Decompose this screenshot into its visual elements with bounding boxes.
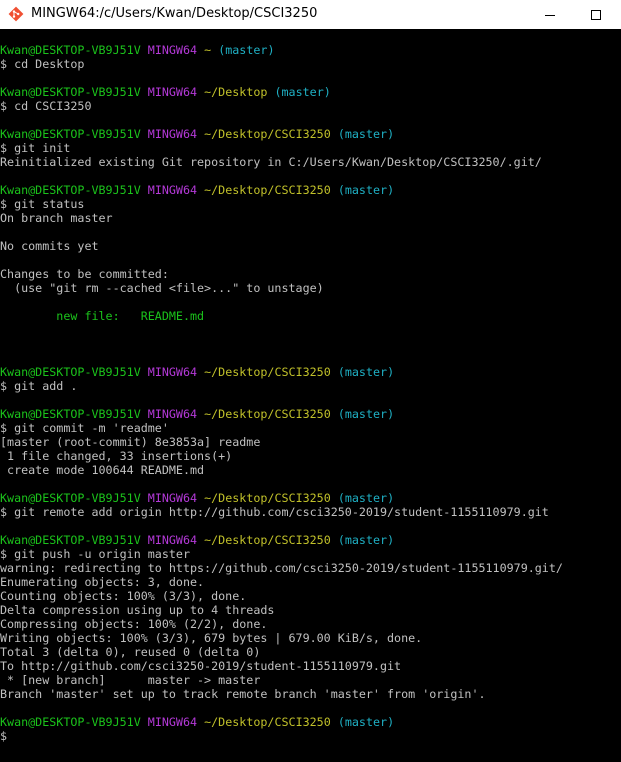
command-line: $ bbox=[0, 729, 8, 743]
prompt-path: ~/Desktop bbox=[204, 85, 268, 99]
prompt-branch: (master) bbox=[337, 127, 395, 141]
prompt-line: Kwan@DESKTOP-VB9J51V MINGW64 ~/Desktop/C… bbox=[0, 407, 621, 421]
prompt-system: MINGW64 bbox=[147, 715, 198, 729]
output-line: Enumerating objects: 3, done. bbox=[0, 575, 205, 589]
prompt-path: ~/Desktop/CSCI3250 bbox=[204, 533, 331, 547]
title-bar[interactable]: MINGW64:/c/Users/Kwan/Desktop/CSCI3250 bbox=[0, 0, 621, 29]
output-line: Branch 'master' set up to track remote b… bbox=[0, 687, 486, 701]
prompt-line: Kwan@DESKTOP-VB9J51V MINGW64 ~ (master) bbox=[0, 43, 621, 57]
prompt-branch: (master) bbox=[337, 407, 395, 421]
output-line: Writing objects: 100% (3/3), 679 bytes |… bbox=[0, 631, 423, 645]
output-line: Counting objects: 100% (3/3), done. bbox=[0, 589, 247, 603]
prompt-system: MINGW64 bbox=[147, 365, 198, 379]
prompt-user-host: Kwan@DESKTOP-VB9J51V bbox=[0, 365, 141, 379]
prompt-user-host: Kwan@DESKTOP-VB9J51V bbox=[0, 43, 141, 57]
prompt-user-host: Kwan@DESKTOP-VB9J51V bbox=[0, 85, 141, 99]
prompt-line: Kwan@DESKTOP-VB9J51V MINGW64 ~/Desktop (… bbox=[0, 85, 621, 99]
prompt-user-host: Kwan@DESKTOP-VB9J51V bbox=[0, 715, 141, 729]
prompt-line: Kwan@DESKTOP-VB9J51V MINGW64 ~/Desktop/C… bbox=[0, 533, 621, 547]
window-title: MINGW64:/c/Users/Kwan/Desktop/CSCI3250 bbox=[31, 6, 318, 21]
prompt-system: MINGW64 bbox=[147, 183, 198, 197]
output-line: [master (root-commit) 8e3853a] readme bbox=[0, 435, 261, 449]
output-line: To http://github.com/csci3250-2019/stude… bbox=[0, 659, 402, 673]
prompt-branch: (master) bbox=[337, 365, 395, 379]
command-line: $ git remote add origin http://github.co… bbox=[0, 505, 549, 519]
maximize-button[interactable] bbox=[573, 0, 619, 29]
prompt-line: Kwan@DESKTOP-VB9J51V MINGW64 ~/Desktop/C… bbox=[0, 365, 621, 379]
prompt-branch: (master) bbox=[218, 43, 275, 57]
output-line: warning: redirecting to https://github.c… bbox=[0, 561, 563, 575]
prompt-line: Kwan@DESKTOP-VB9J51V MINGW64 ~/Desktop/C… bbox=[0, 127, 621, 141]
prompt-system: MINGW64 bbox=[147, 43, 198, 57]
prompt-line: Kwan@DESKTOP-VB9J51V MINGW64 ~/Desktop/C… bbox=[0, 491, 621, 505]
prompt-user-host: Kwan@DESKTOP-VB9J51V bbox=[0, 491, 141, 505]
prompt-line: Kwan@DESKTOP-VB9J51V MINGW64 ~/Desktop/C… bbox=[0, 715, 621, 729]
output-line: create mode 100644 README.md bbox=[0, 463, 205, 477]
maximize-icon bbox=[591, 9, 601, 20]
prompt-branch: (master) bbox=[337, 491, 395, 505]
prompt-path: ~/Desktop/CSCI3250 bbox=[204, 491, 331, 505]
output-line: Delta compression using up to 4 threads bbox=[0, 603, 275, 617]
prompt-user-host: Kwan@DESKTOP-VB9J51V bbox=[0, 183, 141, 197]
prompt-user-host: Kwan@DESKTOP-VB9J51V bbox=[0, 127, 141, 141]
prompt-branch: (master) bbox=[337, 715, 395, 729]
output-line: On branch master bbox=[0, 211, 113, 225]
git-bash-icon bbox=[8, 6, 24, 22]
command-line: $ git push -u origin master bbox=[0, 547, 190, 561]
prompt-system: MINGW64 bbox=[147, 491, 198, 505]
prompt-path: ~/Desktop/CSCI3250 bbox=[204, 127, 331, 141]
command-line: $ git status bbox=[0, 197, 85, 211]
prompt-path: ~/Desktop/CSCI3250 bbox=[204, 183, 331, 197]
output-line: * [new branch] master -> master bbox=[0, 673, 261, 687]
prompt-system: MINGW64 bbox=[147, 127, 198, 141]
prompt-path: ~ bbox=[204, 43, 212, 57]
command-line: $ git commit -m 'readme' bbox=[0, 421, 169, 435]
command-line: $ cd CSCI3250 bbox=[0, 99, 92, 113]
prompt-user-host: Kwan@DESKTOP-VB9J51V bbox=[0, 533, 141, 547]
prompt-system: MINGW64 bbox=[147, 533, 198, 547]
output-line: Total 3 (delta 0), reused 0 (delta 0) bbox=[0, 645, 261, 659]
staged-file-line: new file: README.md bbox=[0, 309, 205, 323]
minimize-button[interactable] bbox=[527, 0, 573, 29]
terminal-output[interactable]: Kwan@DESKTOP-VB9J51V MINGW64 ~ (master) $… bbox=[0, 43, 621, 762]
prompt-branch: (master) bbox=[337, 183, 395, 197]
prompt-system: MINGW64 bbox=[147, 407, 198, 421]
prompt-path: ~/Desktop/CSCI3250 bbox=[204, 365, 331, 379]
prompt-path: ~/Desktop/CSCI3250 bbox=[204, 715, 331, 729]
minimize-icon bbox=[545, 14, 555, 16]
prompt-line: Kwan@DESKTOP-VB9J51V MINGW64 ~/Desktop/C… bbox=[0, 183, 621, 197]
prompt-branch: (master) bbox=[274, 85, 331, 99]
output-line: Reinitialized existing Git repository in… bbox=[0, 155, 542, 169]
prompt-path: ~/Desktop/CSCI3250 bbox=[204, 407, 331, 421]
output-line: Compressing objects: 100% (2/2), done. bbox=[0, 617, 268, 631]
prompt-branch: (master) bbox=[337, 533, 395, 547]
output-line: Changes to be committed: bbox=[0, 267, 169, 281]
output-line: 1 file changed, 33 insertions(+) bbox=[0, 449, 233, 463]
output-line: No commits yet bbox=[0, 239, 99, 253]
command-line: $ git add . bbox=[0, 379, 78, 393]
command-line: $ git init bbox=[0, 141, 71, 155]
output-line: (use "git rm --cached <file>..." to unst… bbox=[0, 281, 324, 295]
prompt-system: MINGW64 bbox=[147, 85, 198, 99]
terminal-window: MINGW64:/c/Users/Kwan/Desktop/CSCI3250 K… bbox=[0, 0, 621, 762]
prompt-user-host: Kwan@DESKTOP-VB9J51V bbox=[0, 407, 141, 421]
command-line: $ cd Desktop bbox=[0, 57, 85, 71]
